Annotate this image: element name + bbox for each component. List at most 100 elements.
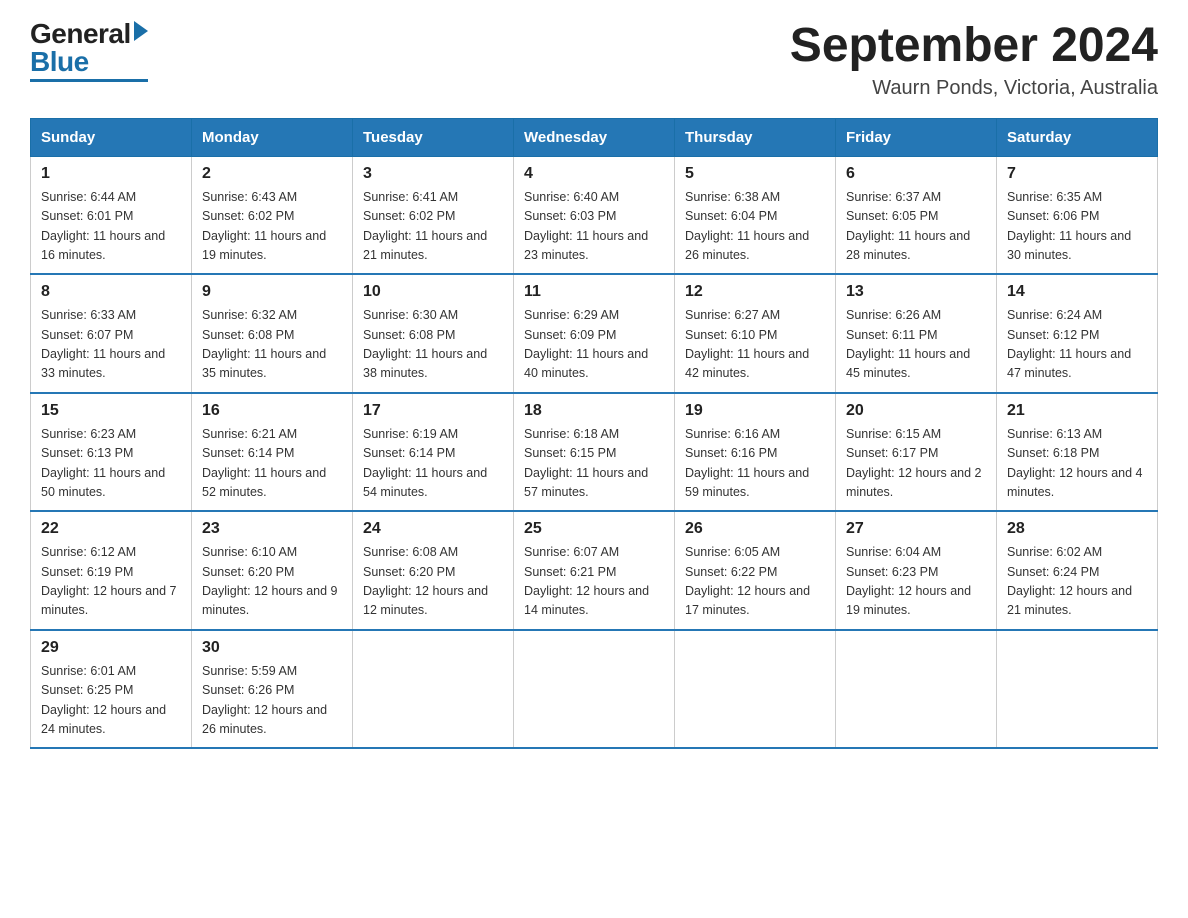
day-detail: Sunrise: 6:35 AMSunset: 6:06 PMDaylight:… (1007, 188, 1147, 266)
calendar-week-row: 15 Sunrise: 6:23 AMSunset: 6:13 PMDayligh… (31, 393, 1158, 512)
calendar-cell: 1Sunrise: 6:44 AMSunset: 6:01 PMDaylight… (31, 156, 192, 274)
day-detail: Sunrise: 6:44 AMSunset: 6:01 PMDaylight:… (41, 188, 181, 266)
calendar-cell: 18Sunrise: 6:18 AMSunset: 6:15 PMDayligh… (514, 393, 675, 512)
day-number: 18 (524, 402, 664, 420)
day-detail: Sunrise: 6:21 AMSunset: 6:14 PMDaylight:… (202, 425, 342, 503)
day-detail: Sunrise: 6:38 AMSunset: 6:04 PMDaylight:… (685, 188, 825, 266)
day-detail: Sunrise: 6:12 AMSunset: 6:19 PMDaylight:… (41, 543, 181, 621)
calendar-cell: 11 Sunrise: 6:29 AMSunset: 6:09 PMDayligh… (514, 274, 675, 393)
calendar-cell: 16 Sunrise: 6:21 AMSunset: 6:14 PMDayligh… (192, 393, 353, 512)
logo-general-text: General (30, 20, 131, 48)
day-detail: Sunrise: 6:04 AMSunset: 6:23 PMDaylight:… (846, 543, 986, 621)
calendar-cell: 17 Sunrise: 6:19 AMSunset: 6:14 PMDayligh… (353, 393, 514, 512)
day-detail: Sunrise: 6:37 AMSunset: 6:05 PMDaylight:… (846, 188, 986, 266)
logo: General Blue (30, 20, 148, 82)
day-detail: Sunrise: 6:08 AMSunset: 6:20 PMDaylight:… (363, 543, 503, 621)
day-detail: Sunrise: 6:26 AMSunset: 6:11 PMDaylight:… (846, 306, 986, 384)
day-detail: Sunrise: 6:30 AMSunset: 6:08 PMDaylight:… (363, 306, 503, 384)
day-detail: Sunrise: 6:19 AMSunset: 6:14 PMDaylight:… (363, 425, 503, 503)
day-number: 22 (41, 520, 181, 538)
day-detail: Sunrise: 6:33 AMSunset: 6:07 PMDaylight:… (41, 306, 181, 384)
calendar-cell: 21Sunrise: 6:13 AMSunset: 6:18 PMDayligh… (997, 393, 1158, 512)
calendar-weekday-sunday: Sunday (31, 118, 192, 156)
day-detail: Sunrise: 6:23 AMSunset: 6:13 PMDaylight:… (41, 425, 181, 503)
calendar-week-row: 8 Sunrise: 6:33 AMSunset: 6:07 PMDaylight… (31, 274, 1158, 393)
calendar-weekday-wednesday: Wednesday (514, 118, 675, 156)
day-number: 30 (202, 639, 342, 657)
day-number: 2 (202, 165, 342, 183)
day-number: 11 (524, 283, 664, 301)
day-number: 17 (363, 402, 503, 420)
calendar-cell: 2 Sunrise: 6:43 AMSunset: 6:02 PMDaylight… (192, 156, 353, 274)
calendar-cell (353, 630, 514, 749)
day-number: 29 (41, 639, 181, 657)
calendar-cell (836, 630, 997, 749)
day-detail: Sunrise: 6:10 AMSunset: 6:20 PMDaylight:… (202, 543, 342, 621)
calendar-cell: 3 Sunrise: 6:41 AMSunset: 6:02 PMDaylight… (353, 156, 514, 274)
day-detail: Sunrise: 6:05 AMSunset: 6:22 PMDaylight:… (685, 543, 825, 621)
calendar-week-row: 22 Sunrise: 6:12 AMSunset: 6:19 PMDayligh… (31, 511, 1158, 630)
calendar-cell: 10 Sunrise: 6:30 AMSunset: 6:08 PMDayligh… (353, 274, 514, 393)
calendar-weekday-friday: Friday (836, 118, 997, 156)
calendar-header-row: SundayMondayTuesdayWednesdayThursdayFrid… (31, 118, 1158, 156)
calendar-cell: 30Sunrise: 5:59 AMSunset: 6:26 PMDayligh… (192, 630, 353, 749)
day-detail: Sunrise: 6:29 AMSunset: 6:09 PMDaylight:… (524, 306, 664, 384)
calendar-cell: 26 Sunrise: 6:05 AMSunset: 6:22 PMDayligh… (675, 511, 836, 630)
logo-arrow-icon (134, 21, 148, 41)
day-number: 14 (1007, 283, 1147, 301)
day-detail: Sunrise: 6:41 AMSunset: 6:02 PMDaylight:… (363, 188, 503, 266)
day-number: 21 (1007, 402, 1147, 420)
page-header: General Blue September 2024 Waurn Ponds,… (30, 20, 1158, 100)
calendar-cell: 25Sunrise: 6:07 AMSunset: 6:21 PMDayligh… (514, 511, 675, 630)
day-number: 8 (41, 283, 181, 301)
day-detail: Sunrise: 6:43 AMSunset: 6:02 PMDaylight:… (202, 188, 342, 266)
day-detail: Sunrise: 6:07 AMSunset: 6:21 PMDaylight:… (524, 543, 664, 621)
day-number: 15 (41, 402, 181, 420)
day-detail: Sunrise: 6:40 AMSunset: 6:03 PMDaylight:… (524, 188, 664, 266)
calendar-cell: 28 Sunrise: 6:02 AMSunset: 6:24 PMDayligh… (997, 511, 1158, 630)
day-number: 4 (524, 165, 664, 183)
month-year-title: September 2024 (790, 20, 1158, 73)
calendar-weekday-saturday: Saturday (997, 118, 1158, 156)
day-number: 23 (202, 520, 342, 538)
day-detail: Sunrise: 6:27 AMSunset: 6:10 PMDaylight:… (685, 306, 825, 384)
calendar-cell: 12 Sunrise: 6:27 AMSunset: 6:10 PMDayligh… (675, 274, 836, 393)
logo-blue-text: Blue (30, 48, 148, 76)
location-subtitle: Waurn Ponds, Victoria, Australia (790, 77, 1158, 100)
calendar-cell (675, 630, 836, 749)
day-number: 28 (1007, 520, 1147, 538)
day-number: 12 (685, 283, 825, 301)
calendar-cell: 4 Sunrise: 6:40 AMSunset: 6:03 PMDaylight… (514, 156, 675, 274)
day-number: 16 (202, 402, 342, 420)
calendar-cell: 9 Sunrise: 6:32 AMSunset: 6:08 PMDaylight… (192, 274, 353, 393)
day-number: 27 (846, 520, 986, 538)
day-number: 9 (202, 283, 342, 301)
day-number: 3 (363, 165, 503, 183)
calendar-cell: 24 Sunrise: 6:08 AMSunset: 6:20 PMDayligh… (353, 511, 514, 630)
calendar-cell: 6Sunrise: 6:37 AMSunset: 6:05 PMDaylight… (836, 156, 997, 274)
day-number: 24 (363, 520, 503, 538)
day-detail: Sunrise: 6:16 AMSunset: 6:16 PMDaylight:… (685, 425, 825, 503)
day-number: 26 (685, 520, 825, 538)
day-number: 10 (363, 283, 503, 301)
day-number: 7 (1007, 165, 1147, 183)
calendar-cell: 8 Sunrise: 6:33 AMSunset: 6:07 PMDaylight… (31, 274, 192, 393)
calendar-cell: 14Sunrise: 6:24 AMSunset: 6:12 PMDayligh… (997, 274, 1158, 393)
day-number: 19 (685, 402, 825, 420)
calendar-cell: 23 Sunrise: 6:10 AMSunset: 6:20 PMDayligh… (192, 511, 353, 630)
day-number: 5 (685, 165, 825, 183)
day-number: 20 (846, 402, 986, 420)
day-detail: Sunrise: 6:01 AMSunset: 6:25 PMDaylight:… (41, 662, 181, 740)
calendar-weekday-thursday: Thursday (675, 118, 836, 156)
calendar-cell: 19 Sunrise: 6:16 AMSunset: 6:16 PMDayligh… (675, 393, 836, 512)
logo-underline (30, 79, 148, 82)
calendar-weekday-tuesday: Tuesday (353, 118, 514, 156)
calendar-cell: 15 Sunrise: 6:23 AMSunset: 6:13 PMDayligh… (31, 393, 192, 512)
day-detail: Sunrise: 6:32 AMSunset: 6:08 PMDaylight:… (202, 306, 342, 384)
day-detail: Sunrise: 6:02 AMSunset: 6:24 PMDaylight:… (1007, 543, 1147, 621)
calendar-week-row: 29 Sunrise: 6:01 AMSunset: 6:25 PMDayligh… (31, 630, 1158, 749)
calendar-cell: 20Sunrise: 6:15 AMSunset: 6:17 PMDayligh… (836, 393, 997, 512)
calendar-cell (997, 630, 1158, 749)
calendar-weekday-monday: Monday (192, 118, 353, 156)
calendar-cell: 13Sunrise: 6:26 AMSunset: 6:11 PMDayligh… (836, 274, 997, 393)
